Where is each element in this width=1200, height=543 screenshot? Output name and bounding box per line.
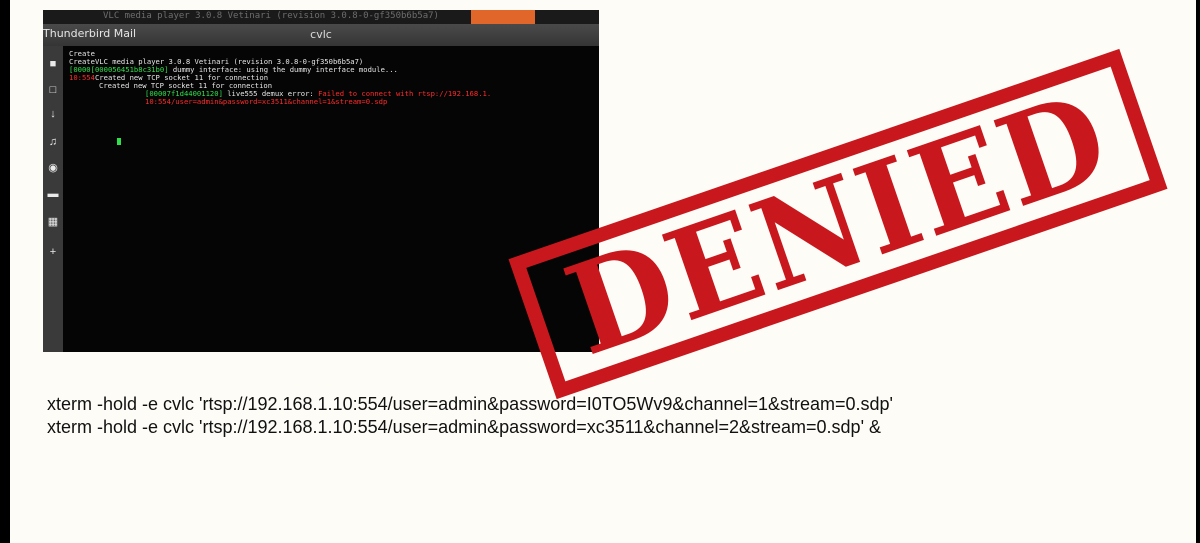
terminal-screenshot: VLC media player 3.0.8 Vetinari (revisio… [43, 10, 599, 352]
stamp-label: DENIED [549, 63, 1127, 384]
camera-icon[interactable]: ◉ [43, 162, 63, 174]
command-line: xterm -hold -e cvlc 'rtsp://192.168.1.10… [47, 417, 882, 437]
launcher-sidebar: ■ □ ↓ ♫ ◉ ▬ ▦ + [43, 46, 63, 352]
page: VLC media player 3.0.8 Vetinari (revisio… [10, 0, 1196, 543]
terminal-output: Create CreateVLC media player 3.0.8 Veti… [63, 46, 599, 352]
denied-stamp: DENIED [508, 48, 1168, 400]
ghost-window-title: VLC media player 3.0.8 Vetinari (revisio… [103, 11, 439, 21]
orange-panel [471, 10, 535, 24]
command-block: xterm -hold -e cvlc 'rtsp://192.168.1.10… [47, 393, 893, 439]
window-icon[interactable]: ▬ [43, 188, 63, 200]
files-icon[interactable]: ■ [43, 58, 63, 70]
window-title: cvlc [310, 28, 332, 41]
terminal-cursor [117, 138, 121, 145]
document-icon[interactable]: □ [43, 84, 63, 96]
command-line: xterm -hold -e cvlc 'rtsp://192.168.1.10… [47, 394, 893, 414]
music-icon[interactable]: ♫ [43, 136, 63, 148]
add-icon[interactable]: + [43, 246, 63, 258]
calendar-icon[interactable]: ▦ [43, 216, 63, 228]
download-icon[interactable]: ↓ [43, 108, 63, 120]
terminal-line: 10:554/user=admin&password=xc3511&channe… [145, 97, 388, 106]
